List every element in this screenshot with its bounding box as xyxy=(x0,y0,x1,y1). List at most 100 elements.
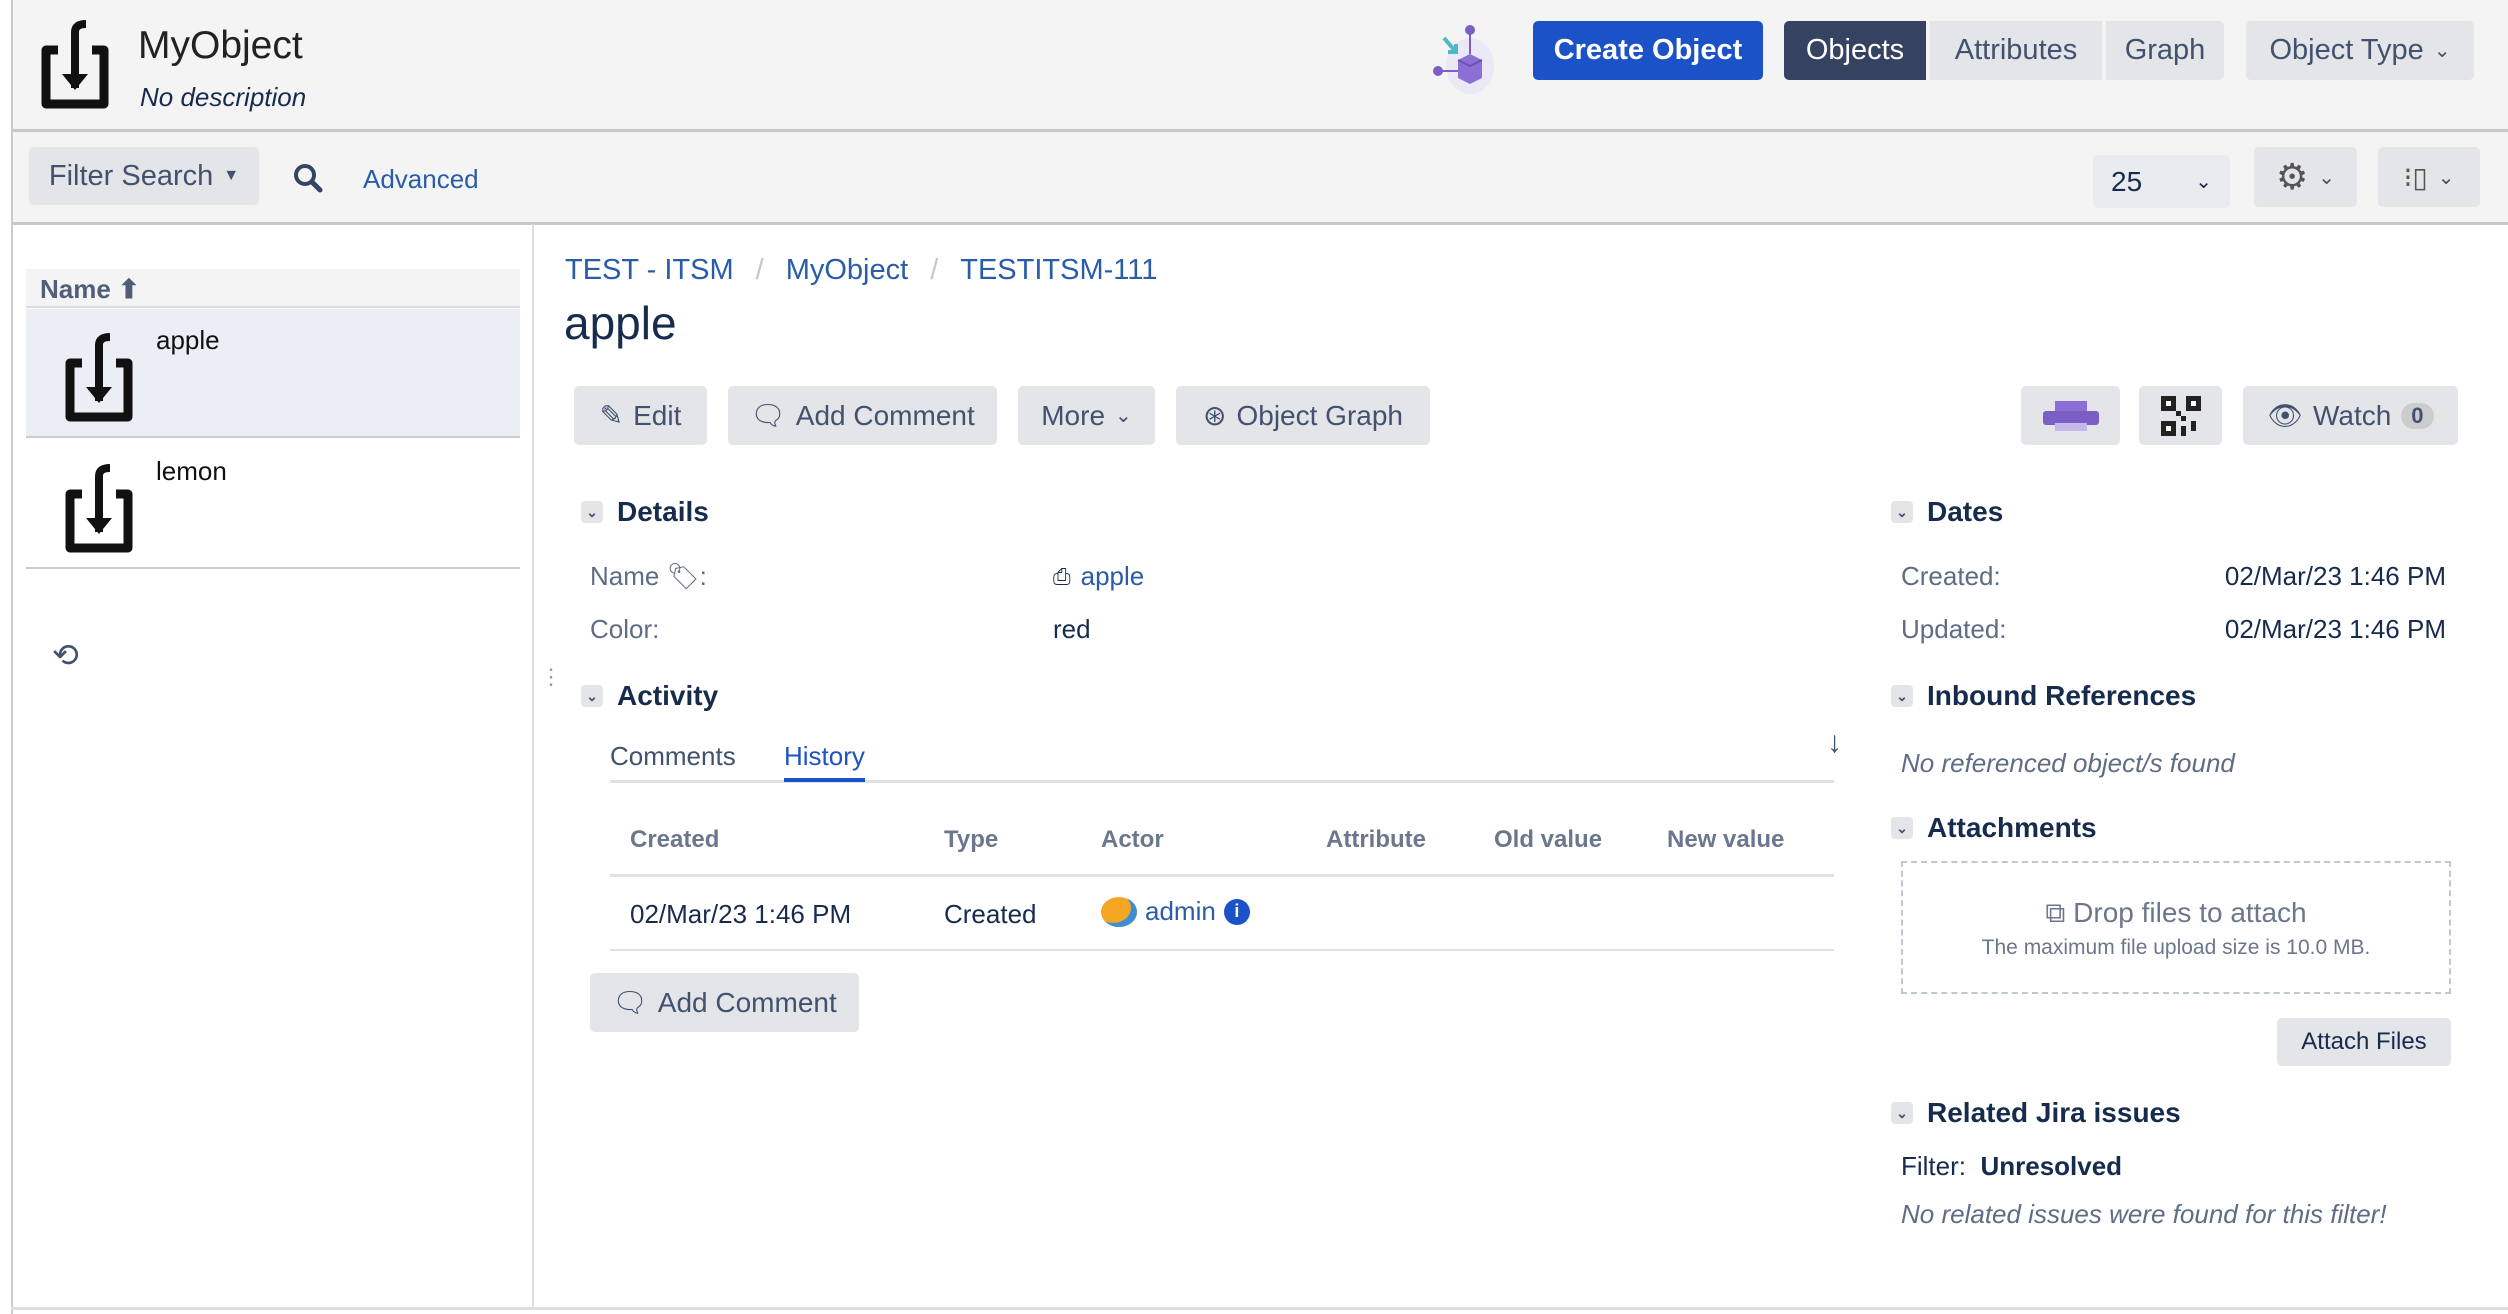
more-label: More xyxy=(1041,399,1106,431)
chevron-down-icon: ⌄ xyxy=(2433,40,2451,62)
object-type-description: No description xyxy=(140,82,307,112)
chevron-down-icon: ⌄ xyxy=(2318,166,2336,189)
tab-graph[interactable]: Graph xyxy=(2106,21,2224,80)
printer-icon xyxy=(2042,400,2099,431)
tab-objects[interactable]: Objects xyxy=(1784,21,1926,80)
watch-label: Watch xyxy=(2312,399,2392,431)
drop-zone[interactable]: ⧉ Drop files to attach The maximum file … xyxy=(1901,861,2451,994)
history-created: 02/Mar/23 1:46 PM xyxy=(630,899,852,929)
comment-icon: 🗨 xyxy=(750,400,786,431)
chevron-down-icon: ⌄ xyxy=(1891,817,1913,839)
list-item[interactable]: lemon xyxy=(26,440,520,569)
tab-comments[interactable]: Comments xyxy=(610,741,736,772)
table-row-divider xyxy=(610,949,1834,951)
info-icon[interactable]: i xyxy=(1223,898,1250,925)
dates-title: Dates xyxy=(1927,496,2004,527)
chevron-down-icon: ⌄ xyxy=(581,501,603,523)
chevron-down-icon: ⌄ xyxy=(1891,501,1913,523)
attach-files-button[interactable]: Attach Files xyxy=(2277,1018,2451,1066)
page-size-select[interactable]: 25 ⌄ xyxy=(2093,155,2230,208)
refresh-icon[interactable]: ⟲ xyxy=(52,636,79,674)
print-button[interactable] xyxy=(2021,386,2120,445)
more-dropdown[interactable]: More ⌄ xyxy=(1018,386,1155,445)
breadcrumb: TEST - ITSM / MyObject / TESTITSM-111 xyxy=(565,254,1158,287)
advanced-search-link[interactable]: Advanced xyxy=(363,164,479,195)
qr-code-button[interactable] xyxy=(2139,386,2222,445)
comment-icon: 🗨 xyxy=(612,987,648,1018)
object-icon xyxy=(65,333,133,422)
caret-down-icon: ▼ xyxy=(223,167,240,184)
filter-value[interactable]: Unresolved xyxy=(1980,1151,2122,1181)
left-border xyxy=(11,224,13,1314)
breadcrumb-object-key[interactable]: TESTITSM-111 xyxy=(960,254,1157,287)
upload-limit-text: The maximum file upload size is 10.0 MB. xyxy=(1981,936,2371,959)
chevron-down-icon: ⌄ xyxy=(1891,685,1913,707)
sort-order-arrow-icon[interactable]: ↓ xyxy=(1827,726,1842,760)
layout-dropdown[interactable]: ⁝▯ ⌄ xyxy=(2378,147,2480,207)
page-title: apple xyxy=(564,297,677,349)
attachments-toggle[interactable]: ⌄ Attachments xyxy=(1891,812,2097,844)
object-graph-button[interactable]: ⊛ Object Graph xyxy=(1176,386,1430,445)
breadcrumb-schema[interactable]: TEST - ITSM xyxy=(565,254,734,287)
column-header-actor: Actor xyxy=(1101,826,1164,853)
column-header-old-value: Old value xyxy=(1494,826,1603,853)
tab-history[interactable]: History xyxy=(784,741,865,782)
tag-icon: 🏷 xyxy=(666,561,700,591)
created-value: 02/Mar/23 1:46 PM xyxy=(2224,561,2446,591)
drop-files-text: ⧉ Drop files to attach xyxy=(1903,897,2449,930)
sort-asc-icon: ⬆ xyxy=(110,274,140,304)
object-graph-label: Object Graph xyxy=(1236,399,1403,431)
watch-button[interactable]: 👁 Watch 0 xyxy=(2243,386,2458,445)
updated-value: 02/Mar/23 1:46 PM xyxy=(2224,614,2446,644)
add-comment-button[interactable]: 🗨 Add Comment xyxy=(728,386,997,445)
object-type-dropdown[interactable]: Object Type ⌄ xyxy=(2246,21,2474,80)
create-object-button[interactable]: Create Object xyxy=(1533,21,1763,80)
history-actor: admin i xyxy=(1101,896,1250,927)
sidebar-divider[interactable] xyxy=(532,224,534,1309)
add-comment-bottom-button[interactable]: 🗨 Add Comment xyxy=(590,973,859,1032)
graph-icon: ⊛ xyxy=(1203,400,1227,431)
chevron-down-icon: ⌄ xyxy=(581,685,603,707)
list-item-label: apple xyxy=(156,325,220,355)
created-label: Created: xyxy=(1901,561,2001,591)
chevron-down-icon: ⌄ xyxy=(1115,405,1132,427)
settings-dropdown[interactable]: ⚙ ⌄ xyxy=(2254,147,2357,207)
list-item-label: lemon xyxy=(156,456,227,486)
dates-section-toggle[interactable]: ⌄ Dates xyxy=(1891,496,2003,528)
drop-files-label: Drop files to attach xyxy=(2073,897,2307,928)
filter-search-dropdown[interactable]: Filter Search ▼ xyxy=(29,147,259,205)
details-section-toggle[interactable]: ⌄ Details xyxy=(581,496,709,528)
name-value-link[interactable]: apple xyxy=(1081,561,1145,592)
object-icon: ⎙ xyxy=(1053,563,1071,589)
column-header-created: Created xyxy=(630,826,720,853)
color-label: Color: xyxy=(590,614,660,644)
inbound-references-title: Inbound References xyxy=(1927,680,2197,711)
name-column-header[interactable]: Name ⬆ xyxy=(26,269,520,308)
object-type-label: Object Type xyxy=(2269,34,2424,66)
list-item[interactable]: apple xyxy=(26,309,520,438)
related-issues-toggle[interactable]: ⌄ Related Jira issues xyxy=(1891,1097,2181,1129)
related-issues-title: Related Jira issues xyxy=(1927,1097,2181,1128)
breadcrumb-object-type[interactable]: MyObject xyxy=(786,254,908,287)
resize-handle-icon[interactable]: ⋮ xyxy=(540,666,562,688)
chevron-down-icon: ⌄ xyxy=(2195,171,2212,193)
search-icon[interactable] xyxy=(292,162,324,194)
name-label-text: Name xyxy=(590,561,660,591)
color-value: red xyxy=(1053,614,1091,644)
pencil-icon: ✎ xyxy=(599,400,624,431)
chevron-down-icon: ⌄ xyxy=(1891,1102,1913,1124)
activity-section-toggle[interactable]: ⌄ Activity xyxy=(581,680,718,712)
tab-attributes[interactable]: Attributes xyxy=(1930,21,2102,80)
inbound-empty-text: No referenced object/s found xyxy=(1901,748,2235,778)
updated-label: Updated: xyxy=(1901,614,2007,644)
inbound-references-toggle[interactable]: ⌄ Inbound References xyxy=(1891,680,2196,712)
related-empty-text: No related issues were found for this fi… xyxy=(1901,1199,2387,1229)
edit-button[interactable]: ✎ Edit xyxy=(574,386,707,445)
bottom-border xyxy=(11,1307,2508,1310)
edit-label: Edit xyxy=(633,399,682,431)
actor-link[interactable]: admin xyxy=(1145,896,1216,927)
eye-icon: 👁 xyxy=(2267,400,2303,431)
details-title: Details xyxy=(617,496,709,527)
object-type-title: MyObject xyxy=(138,24,303,67)
page-size-value: 25 xyxy=(2111,165,2143,197)
